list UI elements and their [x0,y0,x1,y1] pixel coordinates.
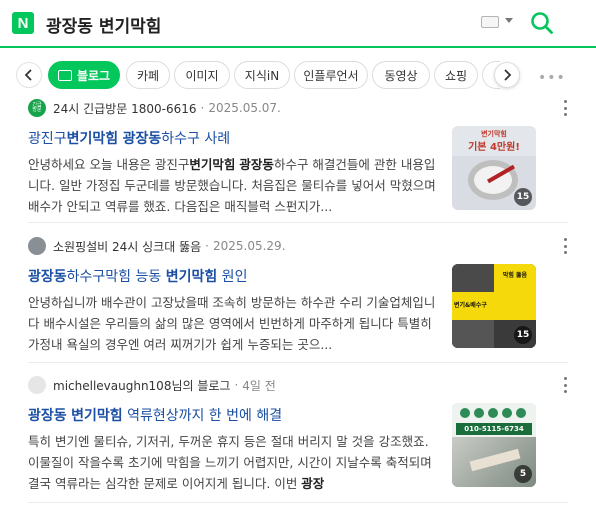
image-count-badge: 15 [514,326,532,344]
thumb-caption: 막힘 뚫음 [502,272,528,279]
thumb-caption: 변기&배수구 [454,302,487,309]
naver-logo[interactable]: N [12,12,34,34]
author-name[interactable]: 소원핑설비 24시 싱크대 뚫음 [53,238,201,255]
more-vertical-icon[interactable] [562,100,568,116]
post-date: 2025.05.07. [208,101,281,115]
thumb-caption: 기본 4만원! [468,142,520,153]
author-name[interactable]: 24시 긴급방문 1800-6616 [53,100,197,117]
title-text: 하수구 사례 [161,131,231,147]
search-icon[interactable] [529,10,555,36]
tab-cafe[interactable]: 카페 [126,61,170,89]
blog-icon [57,69,72,81]
divider [28,362,568,363]
tabs-next-button[interactable] [494,62,520,88]
tab-kin[interactable]: 지식iN [234,61,290,89]
tab-bar: 블로그 카페 이미지 지식iN 인플루언서 동영상 쇼핑 ••• [0,50,596,98]
post-thumbnail[interactable]: 010-5115-6734 5 [452,403,536,487]
tab-influencer[interactable]: 인플루언서 [294,61,368,89]
title-highlight: 변기막힘 [66,131,119,147]
post-title[interactable]: 광진구변기막힘 광장동하수구 사례 [28,128,438,148]
snippet-text: 특히 변기엔 물티슈, 기저귀, 두꺼운 휴지 등은 절대 버리지 말 것을 강… [28,434,432,491]
more-vertical-icon[interactable] [562,377,568,393]
tab-shopping[interactable]: 쇼핑 [434,61,478,89]
post-meta: 소원핑설비 24시 싱크대 뚫음 · 2025.05.29. [28,236,286,256]
avatar[interactable] [28,237,46,255]
snippet-highlight: 변기막힘 [189,157,236,172]
chevron-left-icon [24,69,32,81]
title-text: 역류현상까지 한 번에 해결 [122,408,283,424]
image-count-badge: 15 [514,188,532,206]
title-highlight: 광장동 [122,131,162,147]
search-header: N 광장동 변기막힘 [0,0,596,48]
chevron-down-icon[interactable] [505,18,513,23]
tab-video[interactable]: 동영상 [372,61,430,89]
keyboard-icon[interactable] [481,16,499,28]
tabs-prev-button[interactable] [16,62,42,88]
list-item: 긴급 방문 24시 긴급방문 1800-6616 · 2025.05.07. 광… [28,98,568,218]
post-date: 4일 전 [242,378,276,393]
more-icon[interactable]: ••• [538,70,566,86]
title-text: 광진구 [28,131,67,147]
divider [28,222,568,223]
post-thumbnail[interactable]: 변기막힘 기본 4만원! 15 [452,126,536,210]
snippet-text: 안녕하세요 오늘 내용은 광진구 [28,157,190,172]
meta-separator: · [234,378,239,392]
title-highlight: 광장동 [28,269,67,285]
title-highlight: 변기막힘 [165,269,218,285]
title-highlight: 변기막힘 [71,408,123,424]
tab-image[interactable]: 이미지 [174,61,230,89]
list-item: 소원핑설비 24시 싱크대 뚫음 · 2025.05.29. 광장동하수구막힘 … [28,236,568,356]
meta-separator: · [205,239,209,253]
snippet-highlight: 광장 [301,476,325,491]
logo-letter: N [17,14,29,32]
title-highlight: 광장동 [28,408,67,424]
list-item: michellevaughn108님의 블로그 · 4일 전 광장동 변기막힘 … [28,375,568,505]
image-count-badge: 5 [514,465,532,483]
search-query[interactable]: 광장동 변기막힘 [46,12,161,37]
tab-blog[interactable]: 블로그 [48,61,120,89]
author-name[interactable]: michellevaughn108님의 블로그 [53,377,230,394]
post-thumbnail[interactable]: 막힘 뚫음 변기&배수구 15 [452,264,536,348]
tab-label: 블로그 [76,68,111,83]
snippet-highlight: 광장동 [239,157,274,172]
meta-separator: · [200,101,205,115]
divider [28,502,568,503]
chevron-right-icon [504,69,512,81]
post-snippet[interactable]: 안녕하세요 오늘 내용은 광진구변기막힘 광장동하수구 해결건들에 관한 내용입… [28,154,443,217]
post-meta: michellevaughn108님의 블로그 · 4일 전 [28,375,276,395]
avatar-text: 긴급 방문 [32,102,42,113]
more-vertical-icon[interactable] [562,238,568,254]
avatar[interactable] [28,376,46,394]
post-snippet[interactable]: 특히 변기엔 물티슈, 기저귀, 두꺼운 휴지 등은 절대 버리지 말 것을 강… [28,431,443,494]
title-text: 원인 [217,269,248,285]
thumb-caption: 010-5115-6734 [456,423,532,435]
post-snippet[interactable]: 안녕하십니까 배수관이 고장났을때 조속히 방문하는 하수관 수리 기술업체입니… [28,292,443,355]
snippet-text: 안녕하십니까 배수관이 고장났을때 조속히 방문하는 하수관 수리 기술업체입니… [28,295,436,352]
post-title[interactable]: 광장동 변기막힘 역류현상까지 한 번에 해결 [28,405,438,425]
post-date: 2025.05.29. [212,239,286,253]
post-meta: 긴급 방문 24시 긴급방문 1800-6616 · 2025.05.07. [28,98,281,118]
title-text: 하수구막힘 능동 [66,269,166,285]
avatar[interactable]: 긴급 방문 [28,99,46,117]
post-title[interactable]: 광장동하수구막힘 능동 변기막힘 원인 [28,266,438,286]
